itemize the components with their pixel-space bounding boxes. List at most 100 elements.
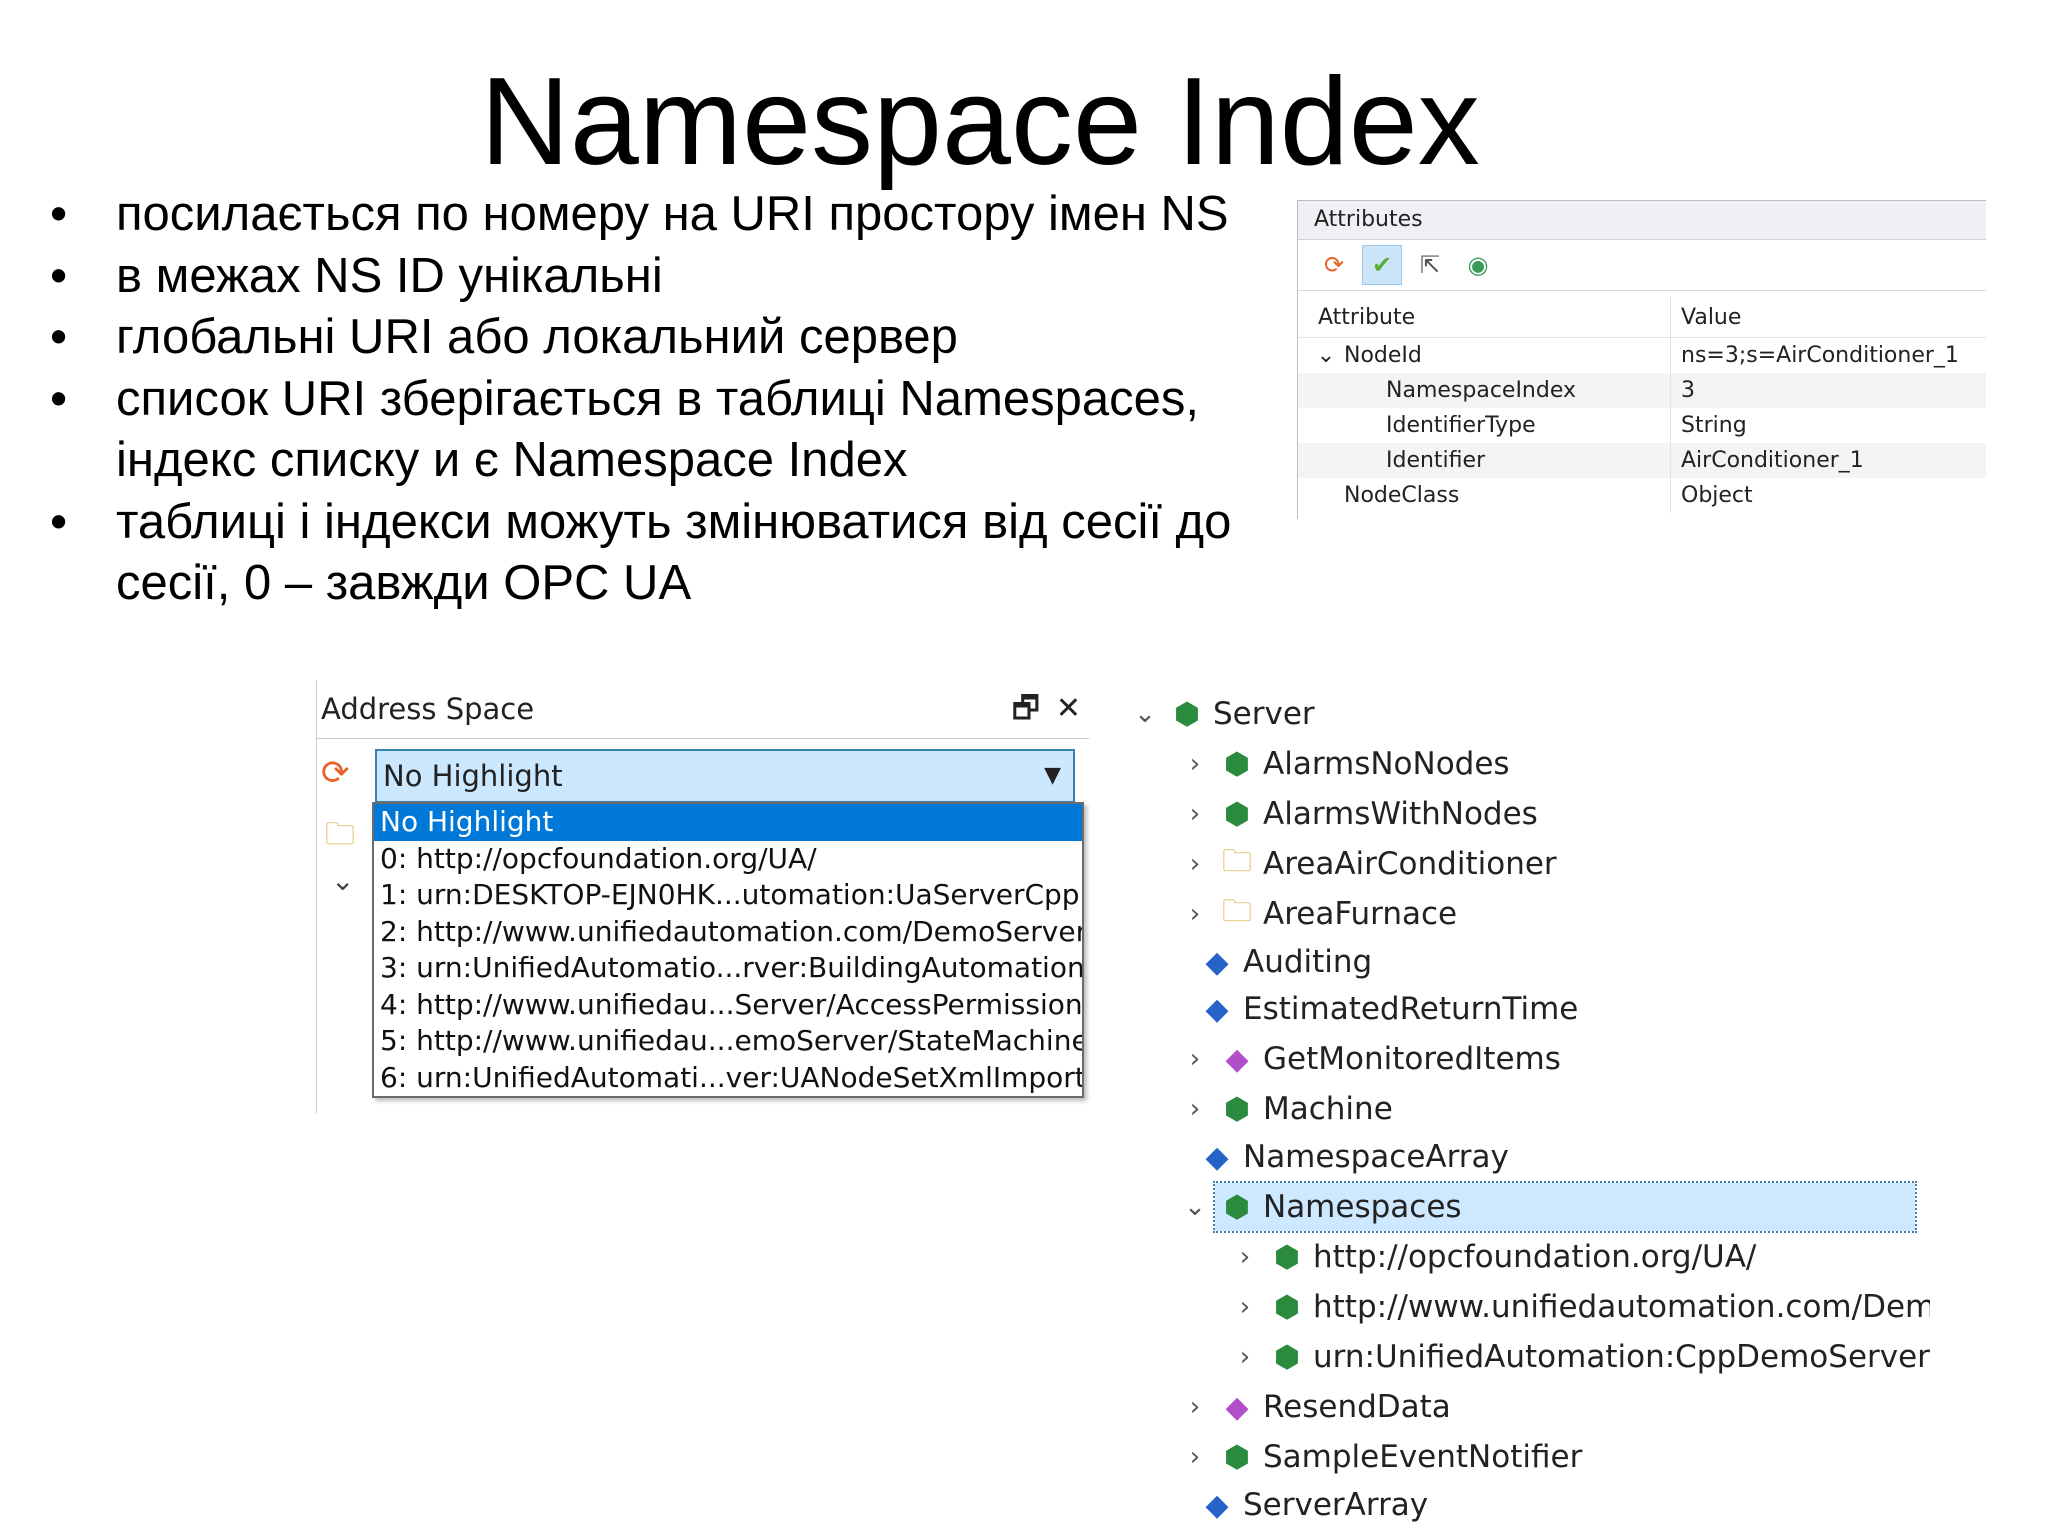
attribute-name: NodeId [1344, 343, 1422, 368]
tree-node[interactable]: › ⬢ AlarmsWithNodes [1175, 790, 1538, 838]
object-icon: ⬢ [1273, 1239, 1301, 1275]
attribute-value: 3 [1670, 373, 1986, 408]
object-icon: ⬢ [1273, 1289, 1301, 1325]
tree-node[interactable]: ◆ ServerArray [1175, 1481, 1428, 1529]
variable-icon: ◆ [1205, 944, 1229, 980]
target-icon[interactable]: ◉ [1458, 245, 1498, 285]
highlight-dropdown-list: No Highlight 0: http://opcfoundation.org… [372, 802, 1084, 1098]
folder-icon: 🗀 [325, 817, 355, 852]
chevron-down-icon[interactable]: ⌄ [1308, 343, 1344, 368]
tree-node-label: Namespaces [1263, 1189, 1462, 1225]
tree-node-label: ServerArray [1243, 1487, 1429, 1523]
tree-node-label: AreaAirConditioner [1263, 846, 1557, 882]
tree-node[interactable]: › 🗀 AreaFurnace [1175, 890, 1457, 938]
chevron-down-icon[interactable]: ⌄ [331, 864, 354, 897]
tree-node[interactable]: › ⬢ AlarmsNoNodes [1175, 740, 1510, 788]
chevron-right-icon[interactable]: › [1225, 1292, 1265, 1322]
refresh-icon[interactable]: ⟳ [321, 753, 350, 793]
table-row[interactable]: Identifier AirConditioner_1 [1298, 443, 1986, 478]
tree-node-label: AlarmsWithNodes [1263, 796, 1538, 832]
bullet-item: • посилається по номеру на URI простору і… [50, 184, 1280, 246]
dropdown-option[interactable]: 5: http://www.unifiedau...emoServer/Stat… [374, 1023, 1082, 1060]
column-header-attribute[interactable]: Attribute [1298, 297, 1671, 338]
dropdown-option[interactable]: 1: urn:DESKTOP-EJN0HK...utomation:UaServ… [374, 877, 1082, 914]
chevron-down-icon[interactable]: ⌄ [1175, 1192, 1215, 1222]
dropdown-arrow-icon[interactable]: ▼ [1044, 751, 1061, 801]
tree-node-label: ResendData [1263, 1389, 1451, 1425]
tree-node[interactable]: › ⬢ Machine [1175, 1085, 1393, 1133]
close-icon[interactable]: ✕ [1056, 680, 1081, 738]
column-header-value[interactable]: Value [1670, 297, 1986, 338]
tree-node-label: http://opcfoundation.org/UA/ [1313, 1239, 1757, 1275]
refresh-icon[interactable]: ⟳ [1314, 245, 1354, 285]
dropdown-option[interactable]: 0: http://opcfoundation.org/UA/ [374, 841, 1082, 878]
attributes-table: Attribute Value ⌄ NodeId ns=3;s=AirCondit… [1298, 297, 1986, 513]
tree-node[interactable]: ◆ EstimatedReturnTime [1175, 985, 1578, 1033]
bullet-text: посилається по номеру на URI простору ім… [116, 187, 1229, 241]
tree-node-label: AlarmsNoNodes [1263, 746, 1510, 782]
bullet-text: список URI зберігається в таблиці Namesp… [116, 371, 1200, 488]
chevron-right-icon[interactable]: › [1225, 1342, 1265, 1372]
tree-node[interactable]: ◆ NamespaceArray [1175, 1133, 1508, 1181]
table-row[interactable]: NodeClass Object [1298, 478, 1986, 513]
dropdown-option[interactable]: 4: http://www.unifiedau...Server/AccessP… [374, 987, 1082, 1024]
tree-node[interactable]: › ⬢ http://opcfoundation.org/UA/ [1225, 1233, 1757, 1281]
tree-node-label: Server [1213, 696, 1315, 732]
chevron-down-icon[interactable]: ⌄ [1125, 699, 1165, 729]
attribute-value: ns=3;s=AirConditioner_1 [1670, 337, 1986, 373]
chevron-right-icon[interactable]: › [1175, 899, 1215, 929]
attributes-panel-title: Attributes [1298, 201, 1986, 240]
attribute-name: NodeClass [1344, 483, 1460, 508]
chevron-right-icon[interactable]: › [1175, 1442, 1215, 1472]
dropdown-option[interactable]: 3: urn:UnifiedAutomatio...rver:BuildingA… [374, 950, 1082, 987]
check-icon[interactable]: ✔ [1362, 245, 1402, 285]
cursor-icon[interactable]: ⇱ [1410, 245, 1450, 285]
tree-node[interactable]: › ◆ ResendData [1175, 1383, 1451, 1431]
chevron-right-icon[interactable]: › [1175, 849, 1215, 879]
attribute-name: Identifier [1298, 443, 1671, 478]
folder-icon: 🗀 [1222, 843, 1252, 879]
tree-node[interactable]: › ⬢ SampleEventNotifier [1175, 1433, 1583, 1481]
bullet-dot: • [50, 187, 68, 241]
variable-icon: ◆ [1205, 1487, 1229, 1523]
attribute-name: IdentifierType [1386, 413, 1536, 438]
tree-node[interactable]: ◆ Auditing [1175, 938, 1372, 986]
bullet-item: • таблиці і індекси можуть змінюватися ві… [50, 492, 1296, 615]
tree-node-selected[interactable]: ⬢ Namespaces [1213, 1181, 1917, 1233]
table-row[interactable]: NamespaceIndex 3 [1298, 373, 1986, 408]
object-icon: ⬢ [1223, 746, 1251, 782]
table-row[interactable]: ⌄ NodeId ns=3;s=AirConditioner_1 [1298, 337, 1986, 373]
highlight-select-value: No Highlight [383, 759, 563, 793]
method-icon: ◆ [1225, 1041, 1249, 1077]
attribute-value: AirConditioner_1 [1670, 443, 1986, 478]
tree-node[interactable]: › ⬢ urn:UnifiedAutomation:CppDemoServer:Bu… [1225, 1333, 1930, 1381]
chevron-right-icon[interactable]: › [1175, 1392, 1215, 1422]
chevron-right-icon[interactable]: › [1175, 1044, 1215, 1074]
table-header-row: Attribute Value [1298, 297, 1986, 338]
restore-window-icon[interactable]: 🗗 [1012, 680, 1040, 738]
tree-node[interactable]: ⌄ ⬢ Server [1125, 690, 1315, 738]
object-icon: ⬢ [1223, 1091, 1251, 1127]
bullet-item: • глобальні URI або локальний сервер [50, 307, 1280, 369]
tree-node[interactable]: › ⬢ http://www.unifiedautomation.com/DemoS… [1225, 1283, 1930, 1331]
variable-icon: ◆ [1205, 1139, 1229, 1175]
highlight-select[interactable]: No Highlight ▼ [375, 749, 1075, 803]
chevron-right-icon[interactable]: › [1175, 749, 1215, 779]
table-row[interactable]: IdentifierType String [1298, 408, 1986, 443]
method-icon: ◆ [1225, 1389, 1249, 1425]
bullet-dot: • [50, 371, 68, 426]
dropdown-option[interactable]: No Highlight [374, 804, 1082, 841]
dropdown-option[interactable]: 2: http://www.unifiedautomation.com/Demo… [374, 914, 1082, 951]
tree-node[interactable]: › 🗀 AreaAirConditioner [1175, 840, 1557, 888]
bullet-item: • в межах NS ID унікальні [50, 246, 1280, 308]
tree-node[interactable]: › ◆ GetMonitoredItems [1175, 1035, 1561, 1083]
chevron-right-icon[interactable]: › [1175, 1094, 1215, 1124]
object-icon: ⬢ [1273, 1339, 1301, 1375]
tree-node-label: http://www.unifiedautomation.com/DemoSe [1313, 1289, 1930, 1325]
dropdown-option[interactable]: 6: urn:UnifiedAutomati...ver:UANodeSetXm… [374, 1060, 1082, 1097]
bullet-text: в межах NS ID унікальні [116, 248, 663, 303]
chevron-right-icon[interactable]: › [1225, 1242, 1265, 1272]
object-icon: ⬢ [1173, 696, 1201, 732]
chevron-right-icon[interactable]: › [1175, 799, 1215, 829]
tree-node[interactable]: ⌄ ⬢ Namespaces [1175, 1181, 1917, 1233]
